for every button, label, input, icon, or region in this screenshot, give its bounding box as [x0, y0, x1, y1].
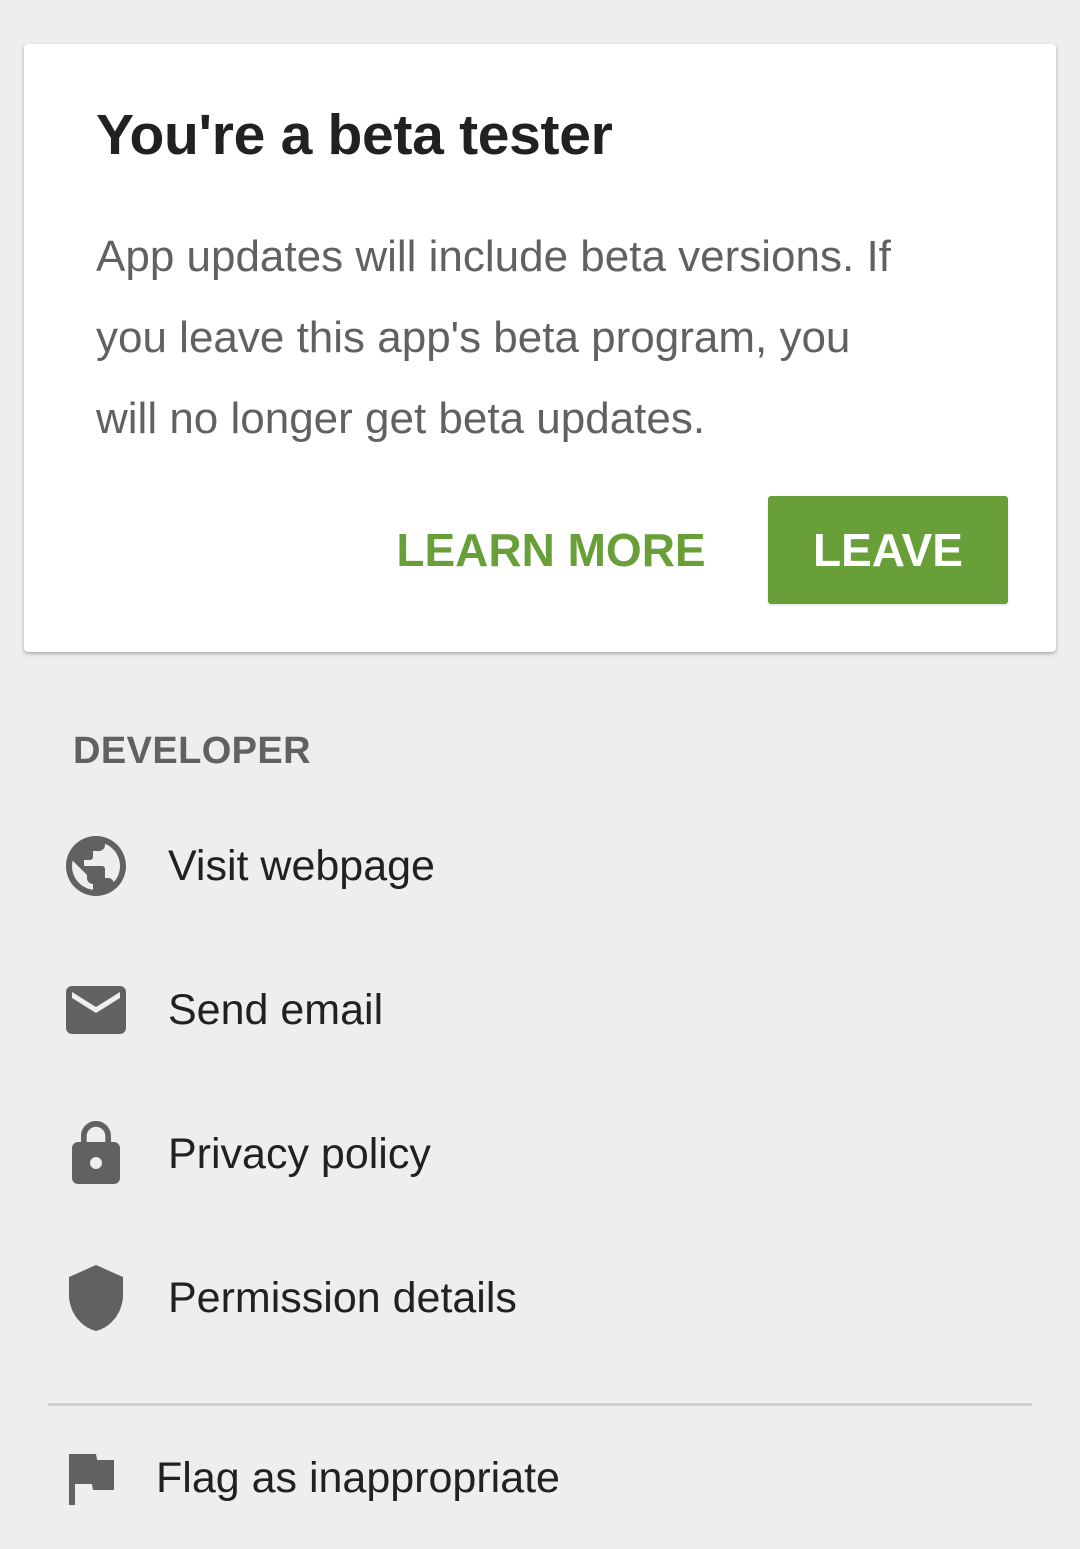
developer-section-header: DEVELOPER	[73, 730, 311, 772]
send-email-label: Send email	[168, 986, 384, 1034]
card-description-line: App updates will include beta versions. …	[96, 232, 891, 281]
card-description: App updates will include beta versions. …	[96, 216, 996, 459]
card-description-line: will no longer get beta updates.	[96, 394, 706, 443]
flag-inappropriate-item[interactable]: Flag as inappropriate	[0, 1418, 1080, 1538]
privacy-policy-label: Privacy policy	[168, 1130, 431, 1178]
permission-details-item[interactable]: Permission details	[0, 1238, 1080, 1358]
globe-icon	[60, 830, 132, 902]
lock-icon	[60, 1118, 132, 1190]
permission-details-label: Permission details	[168, 1274, 517, 1322]
visit-webpage-item[interactable]: Visit webpage	[0, 806, 1080, 926]
email-icon	[60, 974, 132, 1046]
flag-icon	[54, 1442, 126, 1514]
beta-tester-card: You're a beta tester App updates will in…	[24, 44, 1056, 652]
send-email-item[interactable]: Send email	[0, 950, 1080, 1070]
section-divider	[48, 1403, 1032, 1406]
privacy-policy-item[interactable]: Privacy policy	[0, 1094, 1080, 1214]
visit-webpage-label: Visit webpage	[168, 842, 435, 890]
card-title: You're a beta tester	[96, 103, 613, 167]
learn-more-button[interactable]: LEARN MORE	[386, 496, 716, 604]
flag-inappropriate-label: Flag as inappropriate	[156, 1454, 560, 1502]
leave-beta-button[interactable]: LEAVE	[768, 496, 1008, 604]
card-description-line: you leave this app's beta program, you	[96, 313, 851, 362]
shield-icon	[60, 1262, 132, 1334]
